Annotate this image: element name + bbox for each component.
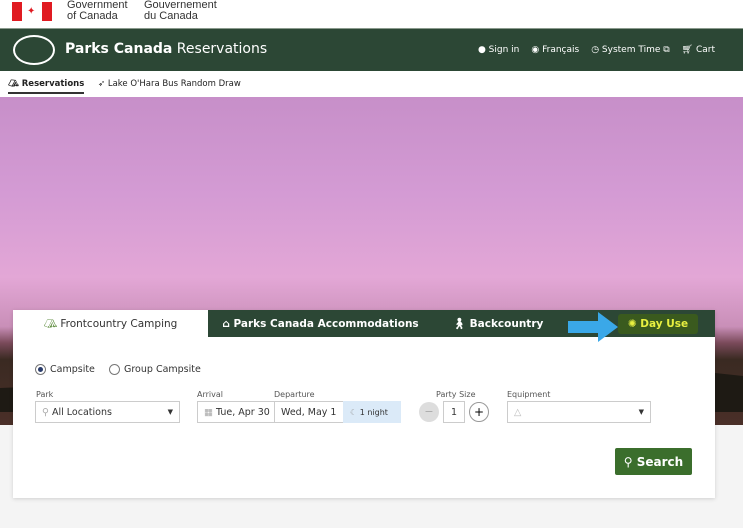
party-size-value: 1 [450,406,458,418]
sun-icon: ✺ [627,318,641,330]
cart-link[interactable]: 🛒︎ Cart [682,45,715,55]
hiker-icon: 🚶︎ [452,318,470,330]
reservations-label: Reservations [21,79,85,89]
arrival-value: Tue, Apr 30 [216,406,270,418]
nights-badge: ☾ 1 night [343,401,401,423]
departure-value: Wed, May 1 [281,406,337,418]
language-label: Français [542,45,580,55]
equipment-label: Equipment [507,390,551,399]
party-decrement-button[interactable]: − [419,402,439,422]
radio-unchecked-icon [109,364,120,375]
park-value: All Locations [51,406,112,418]
calendar-icon: ▦ [204,406,216,418]
search-card: ⛺︎ Frontcountry Camping ⌂ Parks Canada A… [13,310,715,498]
campsite-label: Campsite [50,364,95,375]
language-link[interactable]: ◉ Français [531,45,579,55]
gov-en-line2: of Canada [67,10,118,22]
tab-accommodations[interactable]: ⌂ Parks Canada Accommodations [208,310,433,337]
category-tabs: ⛺︎ Frontcountry Camping ⌂ Parks Canada A… [13,310,715,342]
chevron-down-icon: ▼ [638,408,644,416]
gov-banner: ✦ Government of Canada Gouvernement du Can… [0,0,743,28]
day-use-label: Day Use [640,318,689,330]
radio-group-campsite[interactable]: Group Campsite [109,364,201,375]
party-size-input[interactable]: 1 [443,401,465,423]
site-title[interactable]: Parks Canada Reservations [65,41,267,57]
chevron-down-icon: ▼ [167,408,173,416]
park-select[interactable]: ⚲ All Locations ▼ [35,401,180,423]
arrow-annotation-icon [568,312,618,342]
sign-in-link[interactable]: ● Sign in [478,45,519,55]
gov-fr-line2: du Canada [144,10,198,22]
tab-day-use[interactable]: ✺ Day Use [618,314,698,334]
tent-icon: △ [514,406,522,418]
lake-ohara-label: Lake O'Hara Bus Random Draw [107,79,241,89]
departure-input[interactable]: Wed, May 1 [274,401,344,423]
park-label: Park [36,390,54,399]
tab-backcountry[interactable]: 🚶︎ Backcountry [433,310,563,337]
search-icon: ⚲ [623,454,637,469]
nights-value: 1 night [359,407,388,417]
sub-nav: ⛺︎ Reservations ➶ Lake O'Hara Bus Random… [0,71,743,97]
brand-bold: Parks Canada [65,41,173,57]
tab-frontcountry[interactable]: ⛺︎ Frontcountry Camping [13,310,208,337]
accommodations-label: Parks Canada Accommodations [233,317,419,330]
arrival-label: Arrival [197,390,223,399]
beaver-logo-icon[interactable] [13,35,55,65]
tab-lake-ohara[interactable]: ➶ Lake O'Hara Bus Random Draw [98,79,241,89]
party-increment-button[interactable]: + [469,402,489,422]
arrival-input[interactable]: ▦ Tue, Apr 30 [197,401,275,423]
site-header: Parks Canada Reservations ● Sign in ◉ Fr… [0,28,743,71]
location-pin-icon: ⚲ [42,406,52,418]
search-label: Search [636,454,684,469]
cart-label: Cart [695,45,715,55]
sign-in-label: Sign in [488,45,520,55]
party-size-label: Party Size [436,390,476,399]
search-button[interactable]: ⚲ Search [615,448,692,475]
backcountry-label: Backcountry [469,317,544,330]
group-campsite-label: Group Campsite [124,364,201,375]
canada-flag-icon: ✦ [12,2,52,21]
equipment-select[interactable]: △ ▼ [507,401,651,423]
radio-campsite[interactable]: Campsite [35,364,95,375]
departure-label: Departure [274,390,315,399]
tent-icon: ⛺︎ [43,318,61,330]
frontcountry-label: Frontcountry Camping [60,317,178,330]
tab-reservations[interactable]: ⛺︎ Reservations [8,79,85,94]
brand-rest: Reservations [172,41,268,57]
system-time-link[interactable]: ◷ System Time ⧉ [591,45,669,55]
house-icon: ⌂ [222,317,234,330]
radio-checked-icon [35,364,46,375]
system-time-label: System Time [601,45,661,55]
moon-icon: ☾ [350,407,360,417]
